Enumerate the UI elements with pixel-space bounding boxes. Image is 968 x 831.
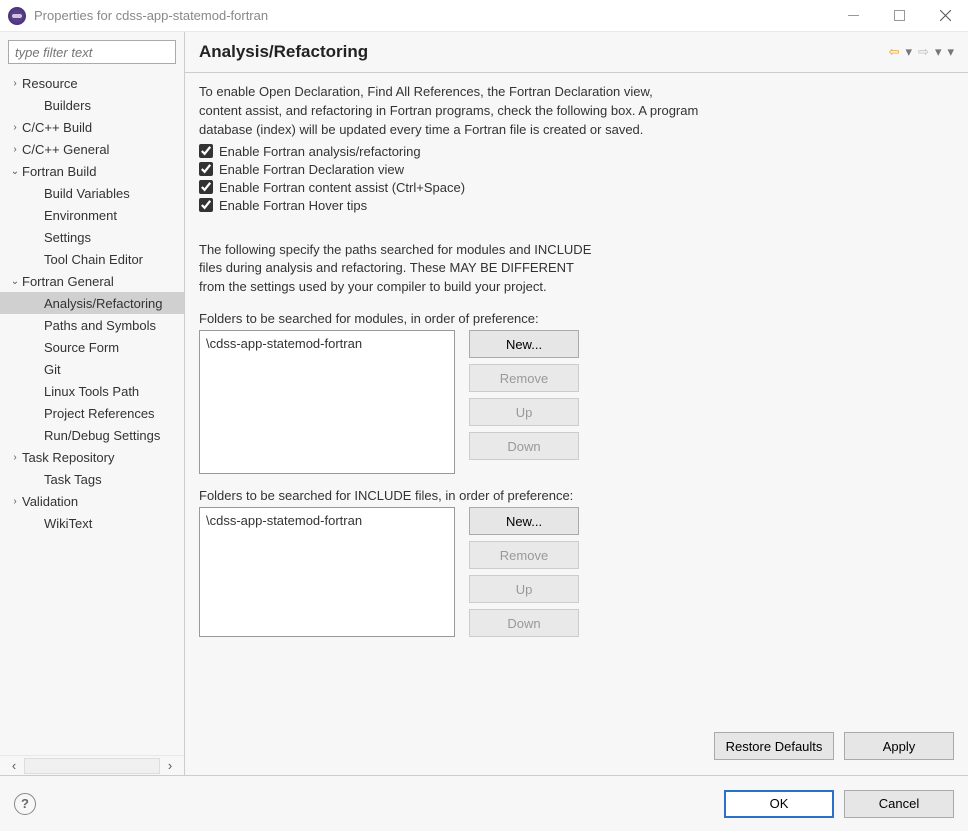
forward-arrow-icon[interactable]: ⇨ <box>918 44 929 60</box>
include-label: Folders to be searched for INCLUDE files… <box>199 488 954 503</box>
chevron-down-icon[interactable]: ⌄ <box>8 276 22 287</box>
tree-item-analysis-refactoring[interactable]: Analysis/Refactoring <box>0 292 184 314</box>
chevron-right-icon[interactable]: › <box>8 496 22 507</box>
modules-down-button[interactable]: Down <box>469 432 579 460</box>
tree-item-paths-and-symbols[interactable]: Paths and Symbols <box>0 314 184 336</box>
modules-up-button[interactable]: Up <box>469 398 579 426</box>
ok-button[interactable]: OK <box>724 790 834 818</box>
tree-item-environment[interactable]: Environment <box>0 204 184 226</box>
window-title: Properties for cdss-app-statemod-fortran <box>34 8 830 23</box>
include-up-button[interactable]: Up <box>469 575 579 603</box>
tree-item-git[interactable]: Git <box>0 358 184 380</box>
check-enable-declaration-view[interactable]: Enable Fortran Declaration view <box>199 162 954 177</box>
tree-item-source-form[interactable]: Source Form <box>0 336 184 358</box>
tree-item-task-repository[interactable]: ›Task Repository <box>0 446 184 468</box>
minimize-button[interactable] <box>830 0 876 32</box>
paths-intro-text: The following specify the paths searched… <box>199 241 599 298</box>
include-new-button[interactable]: New... <box>469 507 579 535</box>
chevron-right-icon[interactable]: › <box>8 78 22 89</box>
sidebar-hscroll[interactable]: ‹ › <box>0 755 184 775</box>
check-enable-hover-tips[interactable]: Enable Fortran Hover tips <box>199 198 954 213</box>
chevron-right-icon[interactable]: › <box>8 144 22 155</box>
checkbox-enable-hover-tips[interactable] <box>199 198 213 212</box>
tree-item-ccpp-general[interactable]: ›C/C++ General <box>0 138 184 160</box>
main-panel: Analysis/Refactoring ⇦ ▾ ⇨ ▾ ▾ To enable… <box>185 32 968 775</box>
back-dropdown-icon[interactable]: ▾ <box>906 44 913 60</box>
titlebar: Properties for cdss-app-statemod-fortran <box>0 0 968 32</box>
list-item[interactable]: \cdss-app-statemod-fortran <box>206 335 448 352</box>
include-down-button[interactable]: Down <box>469 609 579 637</box>
scroll-right-icon[interactable]: › <box>160 758 180 773</box>
modules-list[interactable]: \cdss-app-statemod-fortran <box>199 330 455 474</box>
back-arrow-icon[interactable]: ⇦ <box>889 44 900 60</box>
modules-new-button[interactable]: New... <box>469 330 579 358</box>
filter-input[interactable] <box>8 40 176 64</box>
scroll-track[interactable] <box>24 758 160 774</box>
checkbox-enable-analysis[interactable] <box>199 144 213 158</box>
app-icon <box>8 7 26 25</box>
chevron-right-icon[interactable]: › <box>8 452 22 463</box>
include-remove-button[interactable]: Remove <box>469 541 579 569</box>
tree-item-task-tags[interactable]: Task Tags <box>0 468 184 490</box>
restore-defaults-button[interactable]: Restore Defaults <box>714 732 834 760</box>
checkbox-enable-content-assist[interactable] <box>199 180 213 194</box>
list-item[interactable]: \cdss-app-statemod-fortran <box>206 512 448 529</box>
dialog-footer: ? OK Cancel <box>0 775 968 831</box>
chevron-right-icon[interactable]: › <box>8 122 22 133</box>
tree-item-fortran-build[interactable]: ⌄Fortran Build <box>0 160 184 182</box>
chevron-down-icon[interactable]: ⌄ <box>8 166 22 177</box>
tree-item-builders[interactable]: Builders <box>0 94 184 116</box>
tree-item-tool-chain-editor[interactable]: Tool Chain Editor <box>0 248 184 270</box>
sidebar: ›Resource Builders ›C/C++ Build ›C/C++ G… <box>0 32 185 775</box>
checkbox-enable-declaration-view[interactable] <box>199 162 213 176</box>
help-icon[interactable]: ? <box>14 793 36 815</box>
tree-item-run-debug-settings[interactable]: Run/Debug Settings <box>0 424 184 446</box>
include-list[interactable]: \cdss-app-statemod-fortran <box>199 507 455 637</box>
cancel-button[interactable]: Cancel <box>844 790 954 818</box>
include-section: \cdss-app-statemod-fortran New... Remove… <box>199 507 954 637</box>
modules-section: \cdss-app-statemod-fortran New... Remove… <box>199 330 954 474</box>
tree-item-validation[interactable]: ›Validation <box>0 490 184 512</box>
tree-item-project-references[interactable]: Project References <box>0 402 184 424</box>
page-title: Analysis/Refactoring <box>199 42 889 62</box>
tree-item-build-variables[interactable]: Build Variables <box>0 182 184 204</box>
check-enable-analysis[interactable]: Enable Fortran analysis/refactoring <box>199 144 954 159</box>
close-button[interactable] <box>922 0 968 32</box>
tree-item-resource[interactable]: ›Resource <box>0 72 184 94</box>
tree-item-settings[interactable]: Settings <box>0 226 184 248</box>
properties-tree: ›Resource Builders ›C/C++ Build ›C/C++ G… <box>0 70 184 755</box>
forward-dropdown-icon[interactable]: ▾ <box>935 44 942 60</box>
tree-item-ccpp-build[interactable]: ›C/C++ Build <box>0 116 184 138</box>
tree-item-wikitext[interactable]: WikiText <box>0 512 184 534</box>
scroll-left-icon[interactable]: ‹ <box>4 758 24 773</box>
maximize-button[interactable] <box>876 0 922 32</box>
menu-dropdown-icon[interactable]: ▾ <box>947 44 954 60</box>
tree-item-fortran-general[interactable]: ⌄Fortran General <box>0 270 184 292</box>
tree-item-linux-tools-path[interactable]: Linux Tools Path <box>0 380 184 402</box>
modules-label: Folders to be searched for modules, in o… <box>199 311 954 326</box>
modules-remove-button[interactable]: Remove <box>469 364 579 392</box>
check-enable-content-assist[interactable]: Enable Fortran content assist (Ctrl+Spac… <box>199 180 954 195</box>
intro-text: To enable Open Declaration, Find All Ref… <box>199 83 699 140</box>
apply-button[interactable]: Apply <box>844 732 954 760</box>
